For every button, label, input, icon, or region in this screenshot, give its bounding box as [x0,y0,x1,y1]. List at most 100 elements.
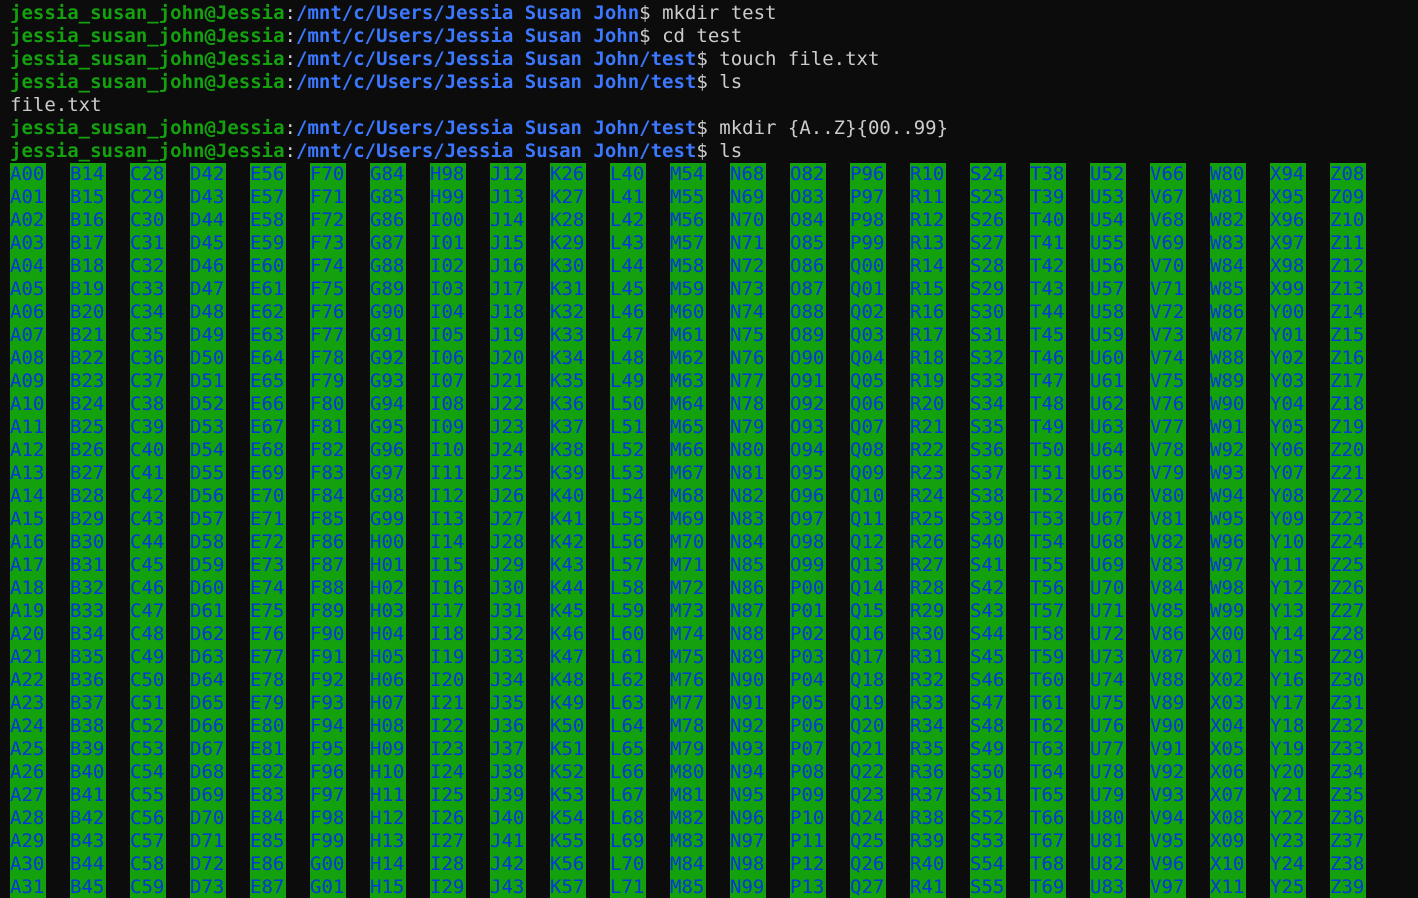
directory-entry: K50 [550,715,586,738]
ls-column: V66 V67 V68 V69 V70 V71 V72 V73 V74 V75 V76 V77 V78 V… [1150,163,1186,898]
directory-entry: D65 [190,692,226,715]
directory-entry: Z35 [1330,784,1366,807]
directory-entry: O98 [790,531,826,554]
directory-entry: Q20 [850,715,886,738]
directory-entry: Y05 [1270,416,1306,439]
directory-entry: X03 [1210,692,1246,715]
directory-entry: Z33 [1330,738,1366,761]
directory-entry: H07 [370,692,406,715]
directory-entry: Y18 [1270,715,1306,738]
directory-entry: W85 [1210,278,1246,301]
directory-entry: B22 [70,347,106,370]
directory-entry: C43 [130,508,166,531]
terminal-window[interactable]: jessia_susan_john@Jessia:/mnt/c/Users/Je… [0,0,1418,898]
directory-entry: R14 [910,255,946,278]
directory-entry: G98 [370,485,406,508]
directory-entry: V81 [1150,508,1186,531]
directory-entry: B28 [70,485,106,508]
prompt-colon: : [284,48,296,70]
directory-entry: A26 [10,761,46,784]
prompt-user-host: jessia_susan_john@Jessia [10,2,285,24]
prompt-path: /mnt/c/Users/Jessia Susan John/test [296,48,697,70]
directory-entry: M71 [670,554,706,577]
directory-entry: F93 [310,692,346,715]
directory-entry: W87 [1210,324,1246,347]
directory-entry: T59 [1030,646,1066,669]
directory-entry: E59 [250,232,286,255]
directory-entry: H09 [370,738,406,761]
directory-entry: A01 [10,186,46,209]
directory-entry: S35 [970,416,1006,439]
directory-entry: M76 [670,669,706,692]
directory-entry: F84 [310,485,346,508]
directory-entry: R34 [910,715,946,738]
prompt-line: jessia_susan_john@Jessia:/mnt/c/Users/Je… [10,140,948,163]
directory-entry: X96 [1270,209,1306,232]
prompt-user-host: jessia_susan_john@Jessia [10,48,285,70]
directory-entry: N94 [730,761,766,784]
directory-entry: B23 [70,370,106,393]
directory-entry: G86 [370,209,406,232]
directory-entry: K56 [550,853,586,876]
directory-entry: T38 [1030,163,1066,186]
directory-entry: S31 [970,324,1006,347]
directory-entry: G90 [370,301,406,324]
directory-entry: P06 [790,715,826,738]
directory-entry: D52 [190,393,226,416]
directory-entry: L59 [610,600,646,623]
directory-entry: L67 [610,784,646,807]
directory-entry: S53 [970,830,1006,853]
directory-entry: V86 [1150,623,1186,646]
directory-entry: L57 [610,554,646,577]
directory-entry: Q16 [850,623,886,646]
directory-entry: J26 [490,485,526,508]
directory-entry: Z20 [1330,439,1366,462]
directory-entry: M74 [670,623,706,646]
directory-entry: U67 [1090,508,1126,531]
directory-entry: Q26 [850,853,886,876]
directory-entry: V90 [1150,715,1186,738]
directory-entry: S42 [970,577,1006,600]
directory-entry: U82 [1090,853,1126,876]
directory-entry: V73 [1150,324,1186,347]
directory-entry: B19 [70,278,106,301]
directory-entry: I29 [430,876,466,898]
directory-entry: E87 [250,876,286,898]
directory-entry: W96 [1210,531,1246,554]
directory-entry: W91 [1210,416,1246,439]
directory-entry: R22 [910,439,946,462]
directory-entry: M72 [670,577,706,600]
directory-entry: M63 [670,370,706,393]
prompt-user-host: jessia_susan_john@Jessia [10,140,285,162]
directory-entry: H99 [430,186,466,209]
directory-entry: A13 [10,462,46,485]
directory-entry: N68 [730,163,766,186]
directory-entry: H02 [370,577,406,600]
command-text: touch file.txt [707,48,880,70]
ls-column: F70 F71 F72 F73 F74 F75 F76 F77 F78 F79 F80 F81 F82 F… [310,163,346,898]
directory-entry: V69 [1150,232,1186,255]
directory-entry: T58 [1030,623,1066,646]
ls-column: B14 B15 B16 B17 B18 B19 B20 B21 B22 B23 B24 B25 B26 B… [70,163,106,898]
directory-entry: T63 [1030,738,1066,761]
directory-entry: L53 [610,462,646,485]
directory-entry: U78 [1090,761,1126,784]
directory-entry: T62 [1030,715,1066,738]
directory-entry: X04 [1210,715,1246,738]
directory-entry: Z32 [1330,715,1366,738]
directory-entry: P96 [850,163,886,186]
prompt-line: jessia_susan_john@Jessia:/mnt/c/Users/Je… [10,117,948,140]
directory-entry: Z36 [1330,807,1366,830]
directory-entry: E67 [250,416,286,439]
directory-entry: T56 [1030,577,1066,600]
directory-entry: H01 [370,554,406,577]
directory-entry: E77 [250,646,286,669]
directory-entry: Z08 [1330,163,1366,186]
directory-entry: N91 [730,692,766,715]
directory-entry: B29 [70,508,106,531]
directory-entry: U56 [1090,255,1126,278]
directory-entry: A12 [10,439,46,462]
directory-entry: T43 [1030,278,1066,301]
directory-entry: B34 [70,623,106,646]
directory-entry: T64 [1030,761,1066,784]
